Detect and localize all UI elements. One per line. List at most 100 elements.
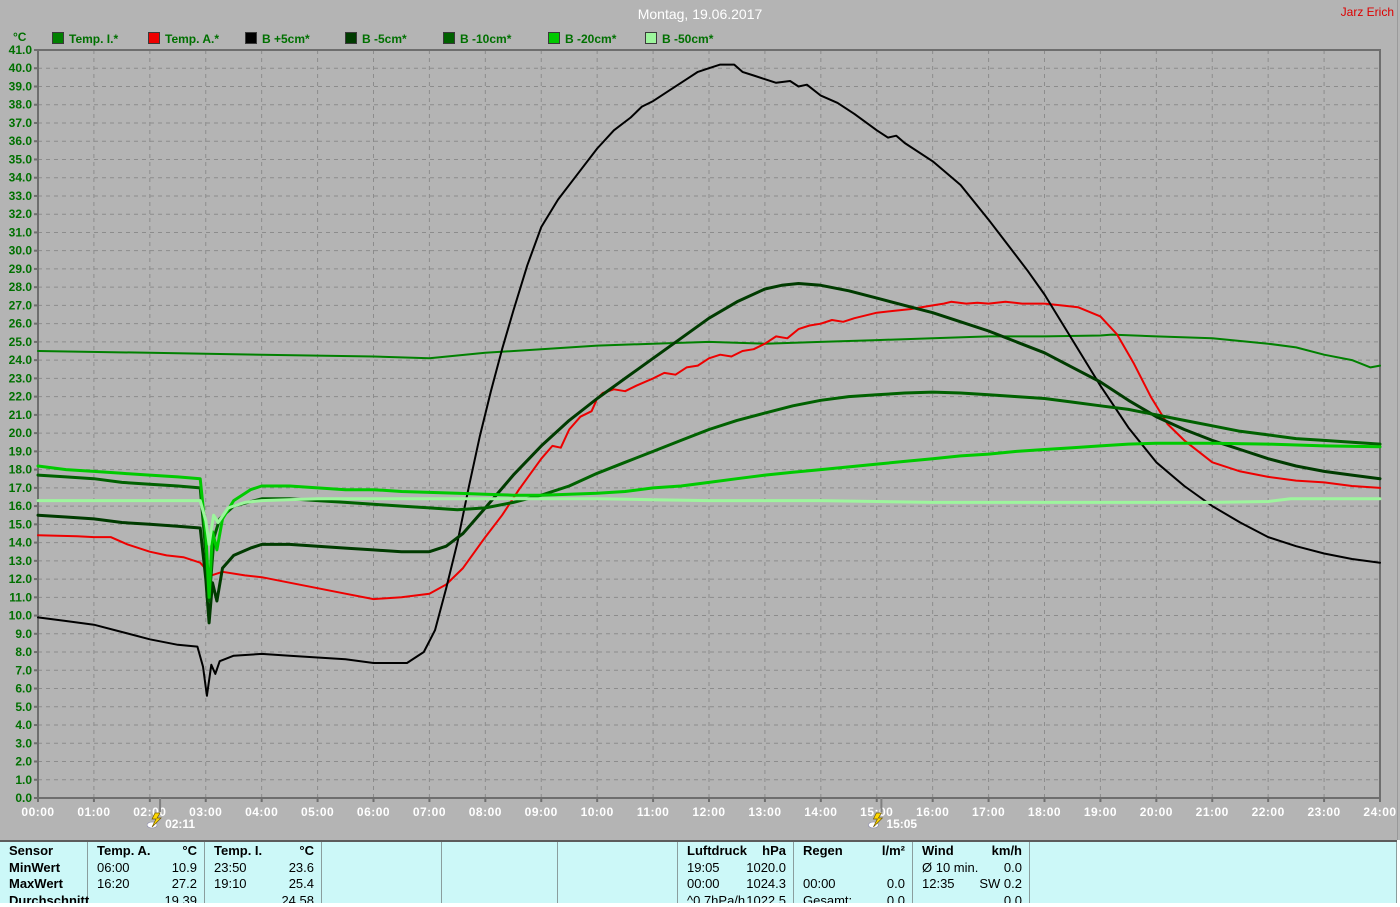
svg-text:39.0: 39.0 (9, 79, 33, 93)
table-row: 06:00 10.9 (88, 859, 204, 876)
svg-text:37.0: 37.0 (9, 116, 33, 130)
table-cell: 12:35 (922, 876, 955, 891)
svg-text:08:00: 08:00 (469, 805, 502, 819)
table-cell: Ø 10 min. (922, 859, 979, 875)
table-row: 00:00 1024.3 (678, 875, 793, 892)
svg-text:32.0: 32.0 (9, 207, 33, 221)
svg-text:17:00: 17:00 (972, 805, 1005, 819)
table-cell: 23:50 (214, 859, 247, 875)
svg-text:34.0: 34.0 (9, 171, 33, 185)
svg-text:20:00: 20:00 (1140, 805, 1173, 819)
svg-text:21:00: 21:00 (1196, 805, 1229, 819)
svg-text:28.0: 28.0 (9, 280, 33, 294)
table-column-temp-i: Temp. I. °C 23:50 23.6 19:10 25.4 24.58 (205, 842, 322, 907)
svg-text:38.0: 38.0 (9, 98, 33, 112)
table-cell: Sensor (9, 843, 54, 858)
svg-text:23.0: 23.0 (9, 371, 33, 385)
table-cell: l/m² (881, 843, 905, 858)
table-row (442, 842, 557, 859)
svg-text:36.0: 36.0 (9, 134, 33, 148)
table-cell: km/h (991, 843, 1022, 858)
table-column-regen: Regen l/m² 00:00 0.0 Gesamt: 0.0 (794, 842, 913, 907)
svg-text:10.0: 10.0 (9, 609, 33, 623)
svg-text:16:00: 16:00 (916, 805, 949, 819)
svg-text:05:00: 05:00 (301, 805, 334, 819)
table-cell: Temp. I. (214, 843, 263, 858)
marker-time-label: 15:05 (886, 817, 917, 831)
svg-text:16.0: 16.0 (9, 499, 33, 513)
table-row: Wind km/h (913, 842, 1029, 859)
svg-text:07:00: 07:00 (413, 805, 446, 819)
svg-text:26.0: 26.0 (9, 317, 33, 331)
table-cell: Luftdruck (687, 843, 747, 858)
svg-text:01:00: 01:00 (77, 805, 110, 819)
temperature-chart[interactable]: 0.0 1.0 2.0 3.0 4.0 5.0 6.0 7.0 8.0 9.0 10.0 11.0 12… (0, 0, 1400, 840)
svg-text:06:00: 06:00 (357, 805, 390, 819)
table-cell: °C (299, 843, 314, 858)
table-row: Sensor (0, 842, 87, 859)
svg-text:22.0: 22.0 (9, 390, 33, 404)
table-column-temp-a: Temp. A. °C 06:00 10.9 16:20 27.2 19.39 (88, 842, 205, 907)
table-cell: 19:10 (214, 876, 247, 891)
table-column-empty (1030, 842, 1397, 905)
table-row (1030, 842, 1396, 859)
table-column-row-labels: Sensor MinWert MaxWert Durchschnitt (0, 842, 89, 907)
svg-text:18:00: 18:00 (1028, 805, 1061, 819)
table-row: 19:10 25.4 (205, 875, 321, 892)
table-row (558, 875, 677, 892)
svg-text:12:00: 12:00 (692, 805, 725, 819)
svg-text:14:00: 14:00 (804, 805, 837, 819)
table-row (1030, 875, 1396, 892)
svg-text:09:00: 09:00 (525, 805, 558, 819)
table-row (322, 859, 441, 876)
svg-text:14.0: 14.0 (9, 536, 33, 550)
table-row (322, 875, 441, 892)
svg-text:02:00: 02:00 (133, 805, 166, 819)
table-row: Regen l/m² (794, 842, 912, 859)
svg-text:18.0: 18.0 (9, 463, 33, 477)
svg-text:1.0: 1.0 (15, 773, 32, 787)
table-column-empty (558, 842, 678, 905)
table-row: MaxWert (0, 875, 87, 892)
table-cell: °C (182, 843, 197, 858)
table-cell: 16:20 (97, 876, 130, 891)
table-cell: SW 0.2 (979, 876, 1022, 891)
table-row: 16:20 27.2 (88, 875, 204, 892)
svg-text:33.0: 33.0 (9, 189, 33, 203)
svg-text:24.0: 24.0 (9, 353, 33, 367)
svg-text:9.0: 9.0 (15, 627, 32, 641)
x-axis-labels: 00:00 01:00 02:00 03:00 04:00 05:00 06:00 07:00… (21, 805, 1396, 819)
table-cell: 1020.0 (746, 859, 786, 875)
svg-text:30.0: 30.0 (9, 244, 33, 258)
svg-text:19.0: 19.0 (9, 444, 33, 458)
table-cell: hPa (762, 843, 786, 858)
table-column-luftdruck: Luftdruck hPa 19:05 1020.0 00:00 1024.3 ^0.7hP… (678, 842, 794, 907)
svg-text:4.0: 4.0 (15, 718, 32, 732)
marker-time-label: 02:11 (165, 817, 195, 831)
svg-text:2.0: 2.0 (15, 755, 32, 769)
table-row: MinWert (0, 859, 87, 876)
svg-text:25.0: 25.0 (9, 335, 33, 349)
table-cell: 00:00 (803, 876, 836, 891)
svg-text:11.0: 11.0 (9, 590, 32, 604)
table-cell: 0.0 (886, 876, 905, 891)
table-column-wind: Wind km/h Ø 10 min. 0.0 12:35 SW 0.2 0.0 (913, 842, 1030, 907)
table-cell: 19:05 (687, 859, 720, 875)
table-cell: 0.0 (1003, 859, 1022, 875)
svg-text:12.0: 12.0 (9, 572, 33, 586)
svg-text:24:00: 24:00 (1363, 805, 1396, 819)
weather-chart-window: Montag, 19.06.2017 Jarz Erich °C Temp. I… (0, 0, 1400, 907)
table-cell: 25.4 (288, 876, 314, 891)
svg-text:8.0: 8.0 (15, 645, 32, 659)
table-row: 12:35 SW 0.2 (913, 875, 1029, 892)
svg-text:21.0: 21.0 (9, 408, 33, 422)
svg-text:17.0: 17.0 (9, 481, 33, 495)
svg-text:13:00: 13:00 (748, 805, 781, 819)
y-axis-labels: 0.0 1.0 2.0 3.0 4.0 5.0 6.0 7.0 8.0 9.0 10.0 11.0 12… (9, 43, 33, 805)
svg-text:23:00: 23:00 (1307, 805, 1340, 819)
table-row: 00:00 0.0 (794, 875, 912, 892)
svg-text:35.0: 35.0 (9, 152, 33, 166)
table-cell: 27.2 (171, 876, 197, 891)
svg-text:3.0: 3.0 (15, 736, 32, 750)
window-bottom-strip (0, 903, 1400, 907)
